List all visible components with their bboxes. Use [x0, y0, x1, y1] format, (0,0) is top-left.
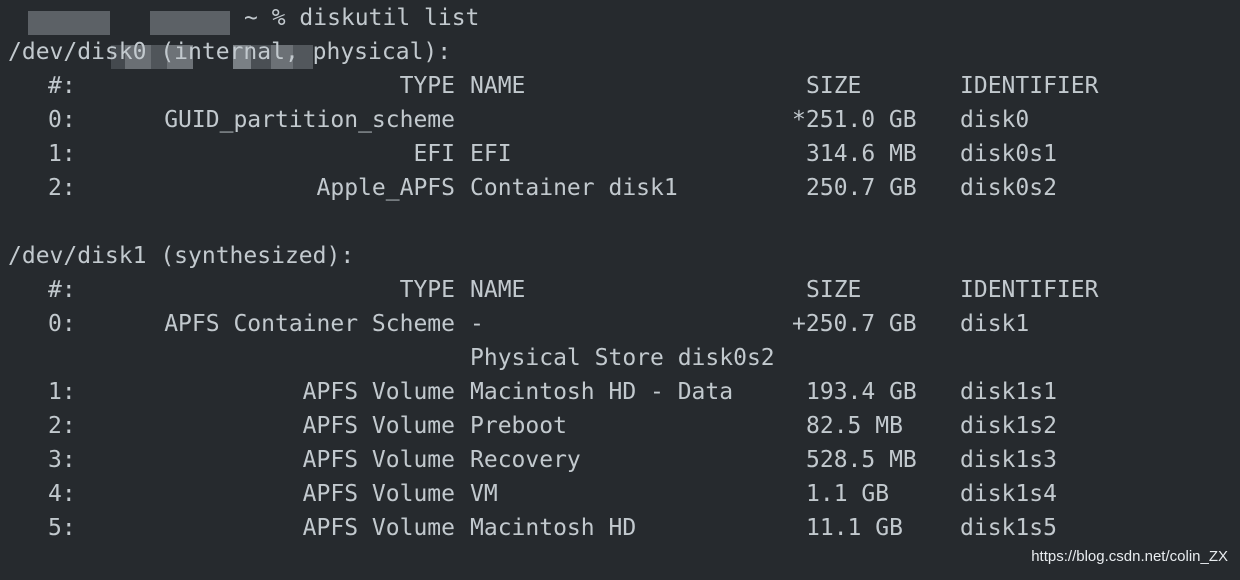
row-index: 3: [48, 447, 76, 473]
prompt-line: ~ % diskutil list [0, 1, 1240, 69]
row-name: EFI [470, 141, 512, 167]
row-identifier: disk1s1 [960, 379, 1057, 405]
row-name: VM [470, 481, 498, 507]
row-type: Apple_APFS [316, 175, 455, 201]
row-size: +250.7 GB [792, 311, 917, 337]
col-header-identifier: IDENTIFIER [960, 73, 1099, 99]
row-identifier: disk0 [960, 107, 1030, 133]
row-identifier: disk0s2 [960, 175, 1057, 201]
table-row: 1: APFS Volume Macintosh HD - Data 193.4… [0, 375, 1240, 409]
row-index: 2: [48, 413, 76, 439]
row-size: 528.5 MB [806, 447, 917, 473]
row-index: 0: [48, 311, 76, 337]
row-index: 5: [48, 515, 76, 541]
row-identifier: disk1s4 [960, 481, 1057, 507]
section-header: /dev/disk0 (internal, physical): [8, 39, 452, 65]
row-index: 4: [48, 481, 76, 507]
row-name: Container disk1 [470, 175, 678, 201]
row-size: 1.1 GB [806, 481, 890, 507]
table-row: 0: APFS Container Scheme - +250.7 GB dis… [0, 307, 1240, 341]
table-row: 2: APFS Volume Preboot 82.5 MB disk1s2 [0, 409, 1240, 443]
row-type: APFS Container Scheme [164, 311, 455, 337]
row-index: 0: [48, 107, 76, 133]
column-header-row: #: TYPE NAME SIZE IDENTIFIER [0, 69, 1240, 103]
row-type: APFS Volume [302, 447, 455, 473]
section-header-disk1: /dev/disk1 (synthesized): [0, 239, 1240, 273]
row-type: EFI [413, 141, 455, 167]
redacted-username [28, 11, 194, 69]
col-header-identifier: IDENTIFIER [960, 277, 1099, 303]
row-index: 2: [48, 175, 76, 201]
col-header-name: NAME [470, 73, 526, 99]
row-size: *251.0 GB [792, 107, 917, 133]
row-identifier: disk0s1 [960, 141, 1057, 167]
row-name: Preboot [470, 413, 567, 439]
col-header-name: NAME [470, 277, 526, 303]
col-header-type: TYPE [399, 73, 455, 99]
terminal-window[interactable]: ~ % diskutil list /dev/disk0 (internal, … [0, 0, 1240, 580]
row-index: 1: [48, 379, 76, 405]
table-row: 1: EFI EFI 314.6 MB disk0s1 [0, 137, 1240, 171]
column-header-row: #: TYPE NAME SIZE IDENTIFIER [0, 273, 1240, 307]
row-size: 193.4 GB [806, 379, 917, 405]
col-header-size: SIZE [806, 277, 862, 303]
row-size: 314.6 MB [806, 141, 917, 167]
col-header-type: TYPE [399, 277, 455, 303]
command-text: ~ % diskutil list [244, 5, 480, 31]
row-identifier: disk1s2 [960, 413, 1057, 439]
redacted-hostname [150, 11, 314, 69]
table-row: 2: Apple_APFS Container disk1 250.7 GB d… [0, 171, 1240, 205]
col-header-size: SIZE [806, 73, 862, 99]
row-type: APFS Volume [302, 379, 455, 405]
row-size: 250.7 GB [806, 175, 917, 201]
row-type: GUID_partition_scheme [164, 107, 455, 133]
row-size: 11.1 GB [806, 515, 903, 541]
table-row: 4: APFS Volume VM 1.1 GB disk1s4 [0, 477, 1240, 511]
row-type: APFS Volume [302, 515, 455, 541]
row-identifier: disk1s3 [960, 447, 1057, 473]
row-name: - [470, 311, 484, 337]
table-row: 3: APFS Volume Recovery 528.5 MB disk1s3 [0, 443, 1240, 477]
table-row: 0: GUID_partition_scheme *251.0 GB disk0 [0, 103, 1240, 137]
row-name: Macintosh HD [470, 515, 637, 541]
watermark-url: https://blog.csdn.net/colin_ZX [1031, 548, 1228, 565]
row-type: APFS Volume [302, 481, 455, 507]
row-name: Recovery [470, 447, 581, 473]
row-name: Macintosh HD - Data [470, 379, 734, 405]
section-header-disk0: /dev/disk0 (internal, physical): [0, 35, 1240, 69]
row-name: Physical Store disk0s2 [470, 345, 775, 371]
col-header-index: #: [48, 277, 76, 303]
row-index: 1: [48, 141, 76, 167]
row-size: 82.5 MB [806, 413, 903, 439]
row-identifier: disk1 [960, 311, 1030, 337]
col-header-index: #: [48, 73, 76, 99]
section-header: /dev/disk1 (synthesized): [8, 243, 355, 269]
row-type: APFS Volume [302, 413, 455, 439]
table-row: Physical Store disk0s2 [0, 341, 1240, 375]
